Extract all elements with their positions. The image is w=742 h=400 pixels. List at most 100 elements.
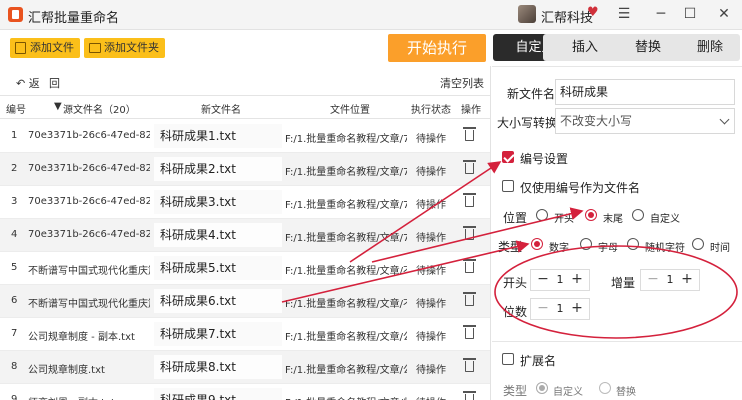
decrement-button[interactable]: −	[533, 299, 553, 319]
heart-icon[interactable]: ♥	[587, 5, 599, 20]
increment-button[interactable]: +	[677, 270, 697, 290]
type-number-radio[interactable]	[531, 238, 543, 250]
delete-icon[interactable]	[463, 160, 476, 174]
decrement-button[interactable]: −	[643, 270, 663, 290]
digits-value[interactable]: 1	[553, 299, 567, 319]
row-status: 待操作	[416, 200, 446, 211]
brand-name[interactable]: 汇帮科技	[541, 7, 593, 26]
type-label: 类型	[498, 240, 523, 254]
position-end-radio[interactable]	[585, 209, 597, 221]
tab-replace[interactable]: 替换	[606, 34, 690, 61]
increment-value[interactable]: 1	[663, 270, 677, 290]
start-button[interactable]: 开始执行	[388, 34, 486, 62]
file-icon	[15, 42, 26, 54]
row-new-name[interactable]: 科研成果9.txt	[154, 388, 282, 400]
header-index[interactable]: 编号	[6, 101, 26, 116]
row-new-name[interactable]: 科研成果1.txt	[154, 124, 282, 148]
table-row[interactable]: 9 师恋刘恩 - 副本.txt 科研成果9.txt F:/1.批量重命名教程/文…	[0, 384, 490, 400]
header-status[interactable]: 执行状态	[411, 101, 451, 116]
row-new-name[interactable]: 科研成果7.txt	[154, 322, 282, 346]
sort-desc-icon[interactable]: ▼	[54, 101, 62, 112]
increment-label: 增量	[611, 276, 636, 290]
delete-icon[interactable]	[463, 391, 476, 400]
ext-replace-radio[interactable]	[599, 382, 611, 394]
position-label: 位置	[503, 211, 528, 225]
row-source-name: 70e3371b-26c6-47ed-82ba-3e7	[28, 163, 150, 174]
header-action[interactable]: 操作	[461, 101, 481, 116]
row-new-name[interactable]: 科研成果5.txt	[154, 256, 282, 280]
row-location: F:/1.批量重命名教程/文章/不断谱	[285, 266, 407, 277]
row-index: 9	[11, 394, 18, 400]
increment-stepper[interactable]: − 1 +	[640, 269, 700, 291]
numbering-checkbox[interactable]	[502, 151, 514, 163]
table-row[interactable]: 8 公司规章制度.txt 科研成果8.txt F:/1.批量重命名教程/文章/公…	[0, 351, 490, 384]
row-location: F:/1.批量重命名教程/文章/师恋	[285, 394, 407, 400]
row-new-name[interactable]: 科研成果6.txt	[154, 289, 282, 313]
title-bar: 汇帮批量重命名 汇帮科技 ♥ ☰ ─ ☐ ✕	[0, 0, 742, 30]
row-new-name[interactable]: 科研成果4.txt	[154, 223, 282, 247]
header-location[interactable]: 文件位置	[330, 101, 370, 116]
row-index: 1	[11, 130, 18, 141]
row-new-name[interactable]: 科研成果2.txt	[154, 157, 282, 181]
table-row[interactable]: 1 70e3371b-26c6-47ed-82ba-3e7 科研成果1.txt …	[0, 120, 490, 153]
table-row[interactable]: 5 不断谱写中国式现代化重庆篇章 - | 科研成果5.txt F:/1.批量重命…	[0, 252, 490, 285]
delete-icon[interactable]	[463, 292, 476, 306]
add-file-button[interactable]: 添加文件	[10, 38, 80, 58]
position-custom-radio[interactable]	[632, 209, 644, 221]
back-button[interactable]: ↶ 返	[16, 75, 40, 91]
app-title: 汇帮批量重命名	[28, 11, 120, 26]
row-source-name: 70e3371b-26c6-47ed-82ba-3e7	[28, 130, 150, 141]
delete-icon[interactable]	[463, 193, 476, 207]
delete-icon[interactable]	[463, 127, 476, 141]
numbering-only-label: 仅使用编号作为文件名	[520, 181, 641, 195]
delete-icon[interactable]	[463, 226, 476, 240]
increment-button[interactable]: +	[567, 299, 587, 319]
table-row[interactable]: 4 70e3371b-26c6-47ed-82ba-3e7 科研成果4.txt …	[0, 219, 490, 252]
type-random-radio[interactable]	[627, 238, 639, 250]
maximize-button[interactable]: ☐	[679, 4, 701, 24]
row-new-name[interactable]: 科研成果3.txt	[154, 190, 282, 214]
table-row[interactable]: 2 70e3371b-26c6-47ed-82ba-3e7 科研成果2.txt …	[0, 153, 490, 186]
close-button[interactable]: ✕	[713, 4, 735, 24]
position-start-radio[interactable]	[536, 209, 548, 221]
header-source[interactable]: 源文件名（20）	[63, 101, 136, 116]
type-number-label: 数字	[549, 243, 569, 254]
row-source-name: 不断谱写中国式现代化重庆篇章 - |	[28, 266, 150, 277]
start-value[interactable]: 1	[553, 270, 567, 290]
delete-icon[interactable]	[463, 325, 476, 339]
delete-icon[interactable]	[463, 358, 476, 372]
row-source-name: 公司规章制度 - 副本.txt	[28, 332, 135, 343]
type-random-label: 随机字符	[645, 243, 685, 254]
digits-stepper[interactable]: − 1 +	[530, 298, 590, 320]
table-row[interactable]: 3 70e3371b-26c6-47ed-82ba-3e7 科研成果3.txt …	[0, 186, 490, 219]
type-letter-radio[interactable]	[580, 238, 592, 250]
row-status: 待操作	[416, 365, 446, 376]
case-select[interactable]: 不改变大小写	[555, 108, 735, 134]
table-row[interactable]: 7 公司规章制度 - 副本.txt 科研成果7.txt F:/1.批量重命名教程…	[0, 318, 490, 351]
clear-list-button[interactable]: 清空列表	[440, 75, 484, 91]
tab-delete[interactable]: 删除	[680, 34, 740, 61]
increment-button[interactable]: +	[567, 270, 587, 290]
type-letter-label: 字母	[598, 243, 618, 254]
row-index: 5	[11, 262, 18, 273]
type-time-radio[interactable]	[692, 238, 704, 250]
extension-checkbox[interactable]	[502, 353, 514, 365]
minimize-button[interactable]: ─	[650, 4, 672, 24]
case-select-value: 不改变大小写	[560, 114, 633, 128]
decrement-button[interactable]: −	[533, 270, 553, 290]
undo-button[interactable]: 回	[49, 75, 60, 91]
add-folder-button[interactable]: 添加文件夹	[84, 38, 165, 58]
menu-icon[interactable]: ☰	[613, 4, 635, 24]
ext-type-label: 类型	[503, 384, 528, 398]
brand-avatar[interactable]	[518, 5, 536, 23]
row-index: 3	[11, 196, 18, 207]
table-row[interactable]: 6 不断谱写中国式现代化重庆篇章.txt 科研成果6.txt F:/1.批量重命…	[0, 285, 490, 318]
delete-icon[interactable]	[463, 259, 476, 273]
header-new-name[interactable]: 新文件名	[201, 101, 241, 116]
row-new-name[interactable]: 科研成果8.txt	[154, 355, 282, 379]
new-name-input[interactable]: 科研成果	[555, 79, 735, 105]
numbering-only-checkbox[interactable]	[502, 180, 514, 192]
ext-custom-radio[interactable]	[536, 382, 548, 394]
start-stepper[interactable]: − 1 +	[530, 269, 590, 291]
app-logo-icon	[8, 7, 23, 22]
